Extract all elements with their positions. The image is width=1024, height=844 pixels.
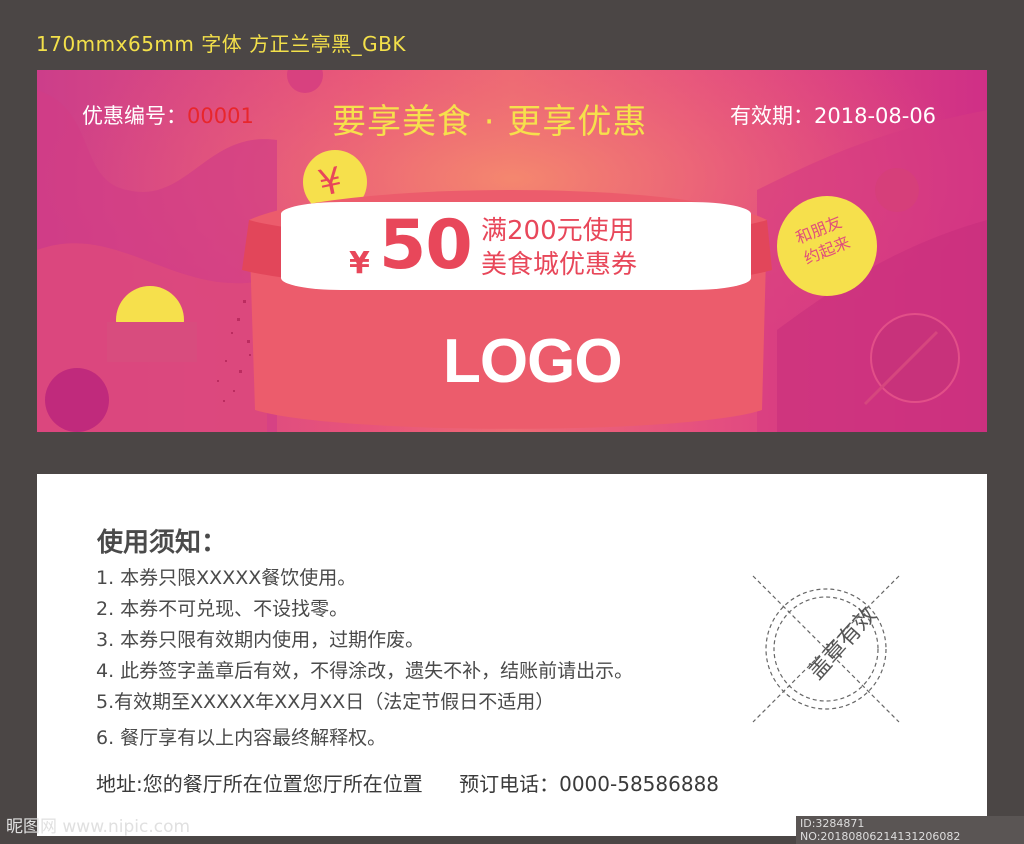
- watermark-left: 昵图网 www.nipic.com: [6, 817, 191, 837]
- rule-item: 4. 此券签字盖章后有效，不得涂改，遗失不补，结账前请出示。: [96, 660, 634, 682]
- coupon-front: ¥ $ 优惠编号：00001 要享美食 · 更享优惠 有效期：2018-08-0…: [37, 70, 987, 432]
- rule-item: 3. 本券只限有效期内使用，过期作废。: [96, 629, 425, 651]
- condition-line-1: 满200元使用: [481, 216, 635, 246]
- headline: 要享美食 · 更享优惠: [332, 102, 648, 142]
- decor-circle: [45, 368, 109, 432]
- rule-item: 6. 餐厅享有以上内容最终解释权。: [96, 727, 387, 749]
- coupon-number-row: 优惠编号：00001: [82, 100, 254, 130]
- rule-item: 2. 本券不可兑现、不设找零。: [96, 598, 349, 620]
- logo: LOGO: [443, 327, 623, 396]
- discount-condition: 满200元使用 美食城优惠券: [481, 214, 637, 282]
- phone: 预订电话：0000-58586888: [459, 772, 720, 796]
- address: 地址:您的餐厅所在位置您厅所在位置: [96, 772, 423, 796]
- discount-ticket: ¥ 50 满200元使用 美食城优惠券: [281, 202, 751, 290]
- currency-symbol: ¥: [349, 246, 370, 281]
- condition-line-2: 美食城优惠券: [481, 250, 638, 280]
- discount-amount: 50: [379, 206, 473, 285]
- coupon-number: 00001: [187, 104, 254, 128]
- rule-item: 1. 本券只限XXXXX餐饮使用。: [96, 567, 357, 589]
- rule-item: 5.有效期至XXXXX年XX月XX日（法定节假日不适用）: [96, 691, 555, 713]
- coupon-number-label: 优惠编号：: [82, 104, 187, 128]
- notice-title: 使用须知：: [97, 528, 228, 558]
- coupon-back: 使用须知： 1. 本券只限XXXXX餐饮使用。 2. 本券不可兑现、不设找零。 …: [37, 474, 987, 836]
- contact-row: 地址:您的餐厅所在位置您厅所在位置 预订电话：0000-58586888: [96, 768, 719, 797]
- spec-label: 170mmx65mm 字体 方正兰亭黑_GBK: [36, 32, 406, 56]
- expiry-date: 有效期：2018-08-06: [730, 104, 937, 128]
- rules-list: 1. 本券只限XXXXX餐饮使用。 2. 本券不可兑现、不设找零。 3. 本券只…: [96, 566, 633, 757]
- watermark-right: ID:3284871 NO:20180806214131206082: [796, 816, 1024, 844]
